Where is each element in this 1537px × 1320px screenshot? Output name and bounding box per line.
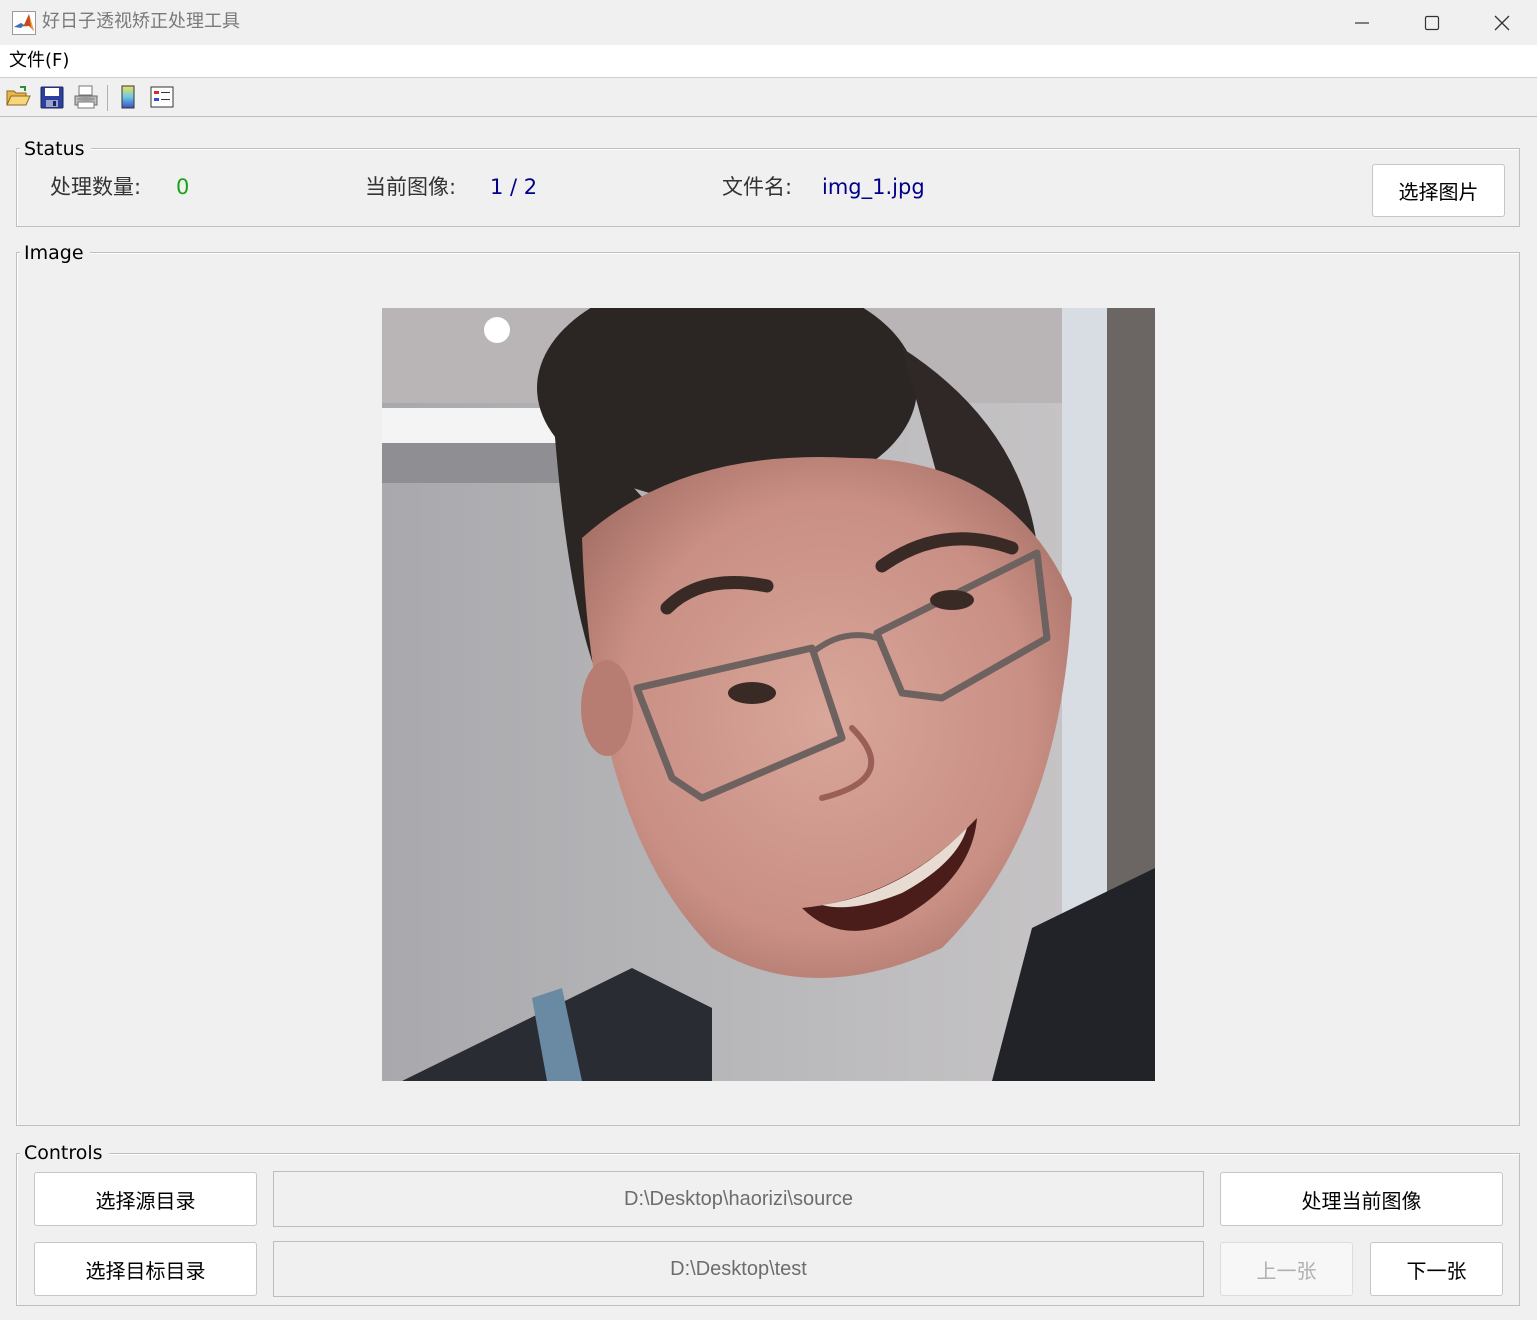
title-bar: 好日子透视矫正处理工具 xyxy=(0,0,1537,45)
save-icon[interactable] xyxy=(39,84,65,110)
controls-panel-title: Controls xyxy=(20,1141,109,1165)
previous-image-button[interactable]: 上一张 xyxy=(1220,1242,1353,1296)
face-photo xyxy=(382,308,1155,1081)
current-image-value: 1 / 2 xyxy=(490,175,538,199)
menu-bar: 文件(F) xyxy=(0,45,1537,78)
window-title: 好日子透视矫正处理工具 xyxy=(42,11,240,32)
filename-value: img_1.jpg xyxy=(822,175,925,199)
filename-label: 文件名: xyxy=(722,175,793,199)
close-icon xyxy=(1494,15,1510,30)
select-target-dir-button[interactable]: 选择目标目录 xyxy=(34,1242,257,1296)
source-path-field: D:\Desktop\haorizi\source xyxy=(273,1171,1204,1227)
toolbar xyxy=(0,79,1537,117)
print-icon[interactable] xyxy=(73,84,99,110)
maximize-button[interactable] xyxy=(1397,0,1467,45)
current-image-label: 当前图像: xyxy=(365,175,457,199)
colorbar-icon[interactable] xyxy=(115,84,141,110)
process-current-image-button[interactable]: 处理当前图像 xyxy=(1220,1172,1503,1226)
maximize-icon xyxy=(1424,15,1440,30)
target-path-field: D:\Desktop\test xyxy=(273,1241,1204,1297)
menu-file[interactable]: 文件(F) xyxy=(9,50,69,72)
legend-icon[interactable] xyxy=(149,84,175,110)
select-image-button[interactable]: 选择图片 xyxy=(1372,164,1505,217)
open-folder-icon[interactable] xyxy=(5,84,31,110)
processed-count-label: 处理数量: xyxy=(50,175,142,199)
next-image-button[interactable]: 下一张 xyxy=(1370,1242,1503,1296)
image-panel-title: Image xyxy=(20,241,90,265)
minimize-icon xyxy=(1355,21,1369,24)
status-panel-title: Status xyxy=(20,137,91,161)
toolbar-separator xyxy=(107,85,108,111)
close-button[interactable] xyxy=(1467,0,1537,45)
select-source-dir-button[interactable]: 选择源目录 xyxy=(34,1172,257,1226)
face-photo-drawing xyxy=(382,308,1155,1081)
matlab-icon xyxy=(12,11,36,35)
processed-count-value: 0 xyxy=(176,175,190,199)
minimize-button[interactable] xyxy=(1327,0,1397,45)
